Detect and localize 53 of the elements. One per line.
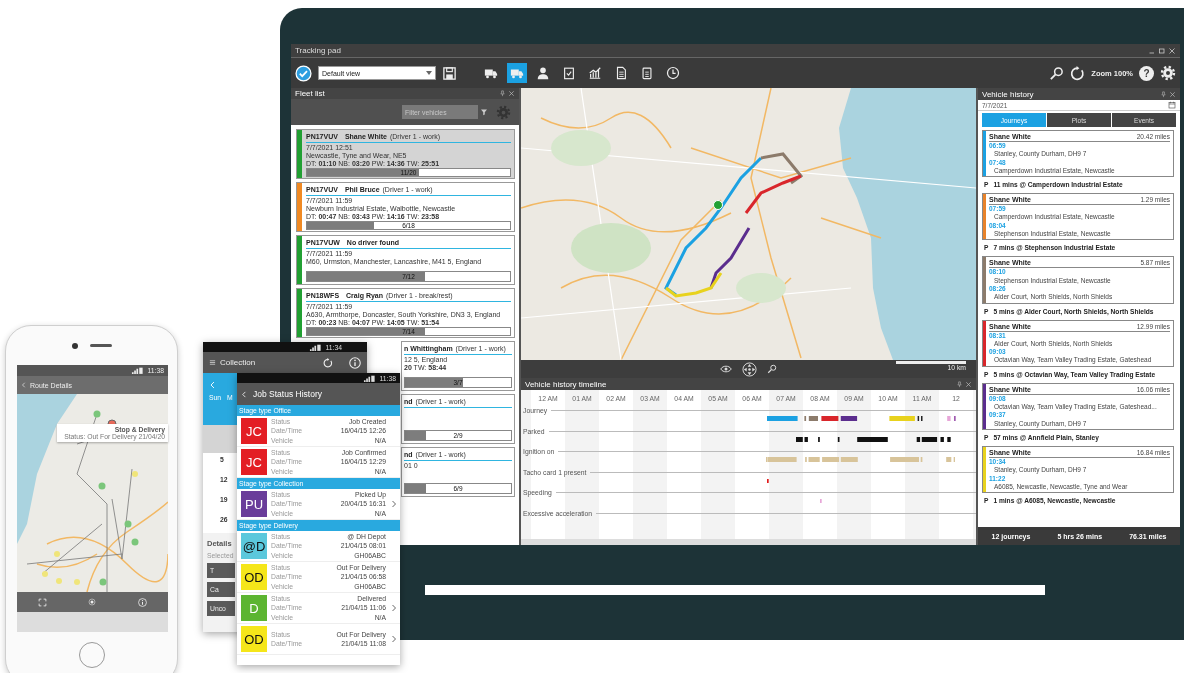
visibility-icon[interactable]	[720, 363, 732, 375]
status-badge: PU	[241, 491, 267, 517]
signal-battery-icon	[362, 373, 377, 383]
info-icon[interactable]	[349, 356, 361, 369]
pin-icon[interactable]	[956, 380, 963, 388]
person-icon	[536, 66, 550, 80]
pin-icon[interactable]	[499, 90, 506, 97]
timeline-bars-drawing	[820, 499, 822, 503]
clipboard-icon	[640, 66, 654, 80]
camera-icon	[71, 342, 78, 349]
help-button[interactable]: ?	[1139, 65, 1154, 81]
panel-title: Vehicle history timeline	[525, 379, 607, 389]
panel-title: Vehicle history	[982, 89, 1034, 99]
status-badge: JC	[241, 418, 267, 444]
search-icon[interactable]	[1049, 65, 1065, 81]
info-icon[interactable]	[138, 597, 148, 607]
check-circle-icon[interactable]	[295, 64, 312, 82]
status-badge: OD	[241, 626, 267, 652]
close-icon[interactable]	[1168, 46, 1176, 55]
save-icon[interactable]	[442, 65, 457, 81]
back-icon[interactable]	[241, 390, 248, 398]
screen-title: Job Status History	[253, 389, 322, 399]
signal-battery-icon	[308, 342, 323, 352]
menu-icon[interactable]	[209, 359, 216, 366]
status-badge: @D	[241, 533, 267, 559]
clipboard-check-icon	[562, 66, 576, 80]
status-badge: D	[241, 595, 267, 621]
signal-battery-icon	[130, 366, 145, 375]
pin-icon[interactable]	[1160, 90, 1167, 98]
screen-title: Collection	[220, 358, 256, 367]
bar-chart-icon	[588, 66, 602, 80]
close-icon[interactable]	[965, 380, 972, 388]
locate-icon[interactable]	[88, 598, 97, 606]
refresh-icon[interactable]	[323, 357, 333, 368]
timeline-bars-drawing	[767, 478, 769, 483]
status-badge: OD	[241, 564, 267, 590]
clock-icon	[666, 66, 680, 80]
filter-icon[interactable]	[480, 108, 488, 116]
expand-icon[interactable]	[37, 597, 47, 607]
zoom-icon[interactable]	[767, 364, 777, 374]
caret-icon	[426, 71, 432, 75]
pan-control-icon[interactable]	[742, 361, 757, 377]
calendar-icon[interactable]	[1168, 101, 1176, 109]
maximize-icon[interactable]	[1158, 46, 1166, 55]
window-title: Tracking pad	[295, 46, 341, 55]
status-badge: JC	[241, 449, 267, 475]
refresh-icon[interactable]	[1070, 65, 1086, 81]
document-icon	[614, 66, 628, 80]
panel-title: Fleet list	[295, 89, 325, 98]
speaker-icon	[89, 344, 112, 347]
scale-bar-icon	[896, 361, 966, 364]
close-icon[interactable]	[508, 90, 515, 97]
close-icon[interactable]	[1169, 90, 1176, 98]
